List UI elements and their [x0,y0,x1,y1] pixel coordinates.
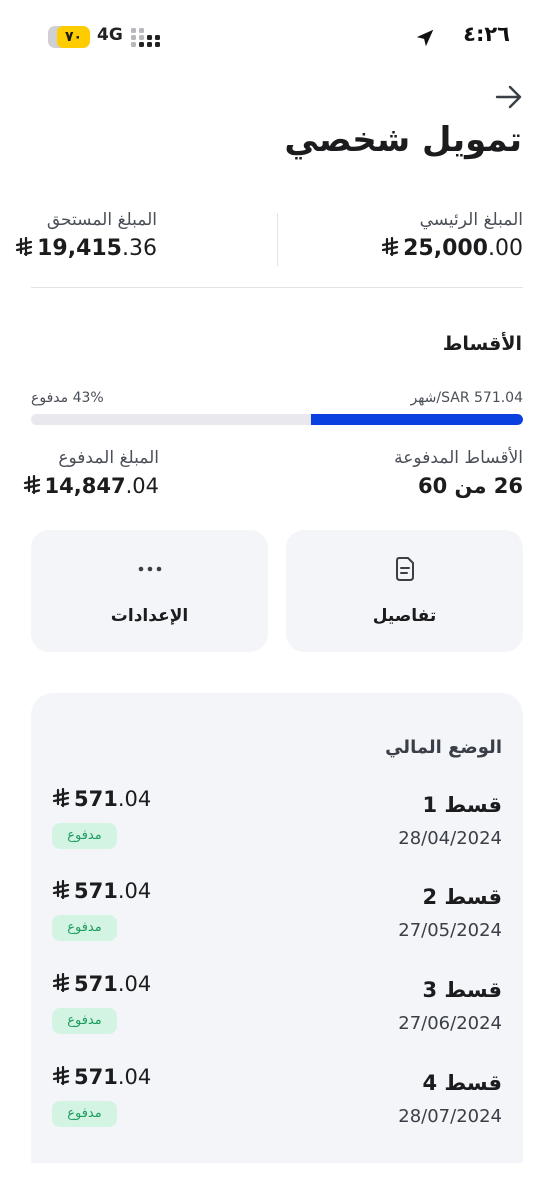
installment-amount: 571.04 [52,787,151,811]
document-icon [395,557,414,581]
installment-name: قسط 2 [422,885,502,909]
riyal-symbol-icon [52,788,70,808]
installment-amount-dec: .04 [117,787,152,811]
installment-amount-int: 571 [74,972,118,996]
financial-status-card: الوضع المالي قسط 1 28/04/2024 571.04 مدف… [31,693,523,1163]
paid-count-value: 26 من 60 [394,474,523,498]
installments-progress-bar [31,414,523,425]
riyal-symbol-icon [52,880,70,900]
installment-name: قسط 1 [422,793,502,817]
monthly-amount-label: شهر/SAR 571.04 [410,390,523,406]
paid-amount: المبلغ المدفوع 14,847.04 [23,448,159,498]
summary-divider [277,213,278,266]
installment-row[interactable]: قسط 3 27/06/2024 571.04 مدفوع [31,972,523,1048]
due-amount: المبلغ المستحق 19,415.36 [15,210,157,261]
installment-amount-dec: .04 [117,972,152,996]
section-divider [31,287,523,288]
installment-date: 27/05/2024 [398,920,502,941]
location-arrow-icon [416,29,434,47]
paid-amount-dec: .04 [125,474,159,498]
details-button[interactable]: تفاصيل [286,530,523,652]
battery-icon: ٧٠ [48,26,90,48]
paid-count-label: الأقساط المدفوعة [394,448,523,468]
principal-int: 25,000 [403,236,488,261]
installment-amount: 571.04 [52,972,151,996]
installments-title: الأقساط [442,333,522,355]
details-label: تفاصيل [372,606,437,626]
signal-dots-icon [131,28,165,48]
settings-label: الإعدادات [110,606,189,626]
installment-amount-int: 571 [74,1065,118,1089]
riyal-symbol-icon [23,475,40,495]
riyal-symbol-icon [15,237,33,257]
arrow-right-icon[interactable] [494,84,524,110]
status-badge: مدفوع [52,1101,117,1127]
riyal-symbol-icon [52,1066,70,1086]
installment-amount: 571.04 [52,879,151,903]
installment-amount-int: 571 [74,879,118,903]
paid-amount-int: 14,847 [44,474,126,498]
paid-amount-value: 14,847.04 [23,474,159,498]
installment-amount-int: 571 [74,787,118,811]
paid-count-text: 26 من 60 [418,474,523,498]
paid-installments-count: الأقساط المدفوعة 26 من 60 [394,448,523,498]
principal-dec: .00 [488,236,523,261]
financial-status-title: الوضع المالي [385,737,502,758]
page-title: تمويل شخصي [284,120,522,160]
installment-row[interactable]: قسط 1 28/04/2024 571.04 مدفوع [31,787,523,863]
installment-row[interactable]: قسط 4 28/07/2024 571.04 مدفوع [31,1065,523,1141]
paid-percent-label: 43% مدفوع [31,390,104,406]
due-value: 19,415.36 [15,236,157,261]
principal-label: المبلغ الرئيسي [419,210,523,230]
riyal-symbol-icon [52,973,70,993]
status-badge: مدفوع [52,915,117,941]
status-badge: مدفوع [52,1008,117,1034]
status-time: ٤:٢٦ [463,22,510,46]
installment-name: قسط 4 [422,1071,502,1095]
installment-amount-dec: .04 [117,879,152,903]
status-badge: مدفوع [52,823,117,849]
due-dec: .36 [122,236,157,261]
battery-level: ٧٠ [64,29,83,45]
installment-amount-dec: .04 [117,1065,152,1089]
network-type: 4G [97,25,123,45]
installment-row[interactable]: قسط 2 27/05/2024 571.04 مدفوع [31,879,523,955]
due-label: المبلغ المستحق [46,210,157,230]
settings-button[interactable]: الإعدادات [31,530,268,652]
more-dots-icon [138,566,161,572]
installments-progress-fill [311,414,523,425]
installment-date: 28/04/2024 [398,828,502,849]
installment-date: 28/07/2024 [398,1106,502,1127]
installment-date: 27/06/2024 [398,1013,502,1034]
paid-amount-label: المبلغ المدفوع [58,448,159,468]
riyal-symbol-icon [381,237,399,257]
principal-amount: المبلغ الرئيسي 25,000.00 [381,210,523,261]
due-int: 19,415 [37,236,122,261]
status-bar: ٧٠ 4G ٤:٢٦ [0,0,554,76]
installment-name: قسط 3 [422,978,502,1002]
principal-value: 25,000.00 [381,236,523,261]
installment-amount: 571.04 [52,1065,151,1089]
